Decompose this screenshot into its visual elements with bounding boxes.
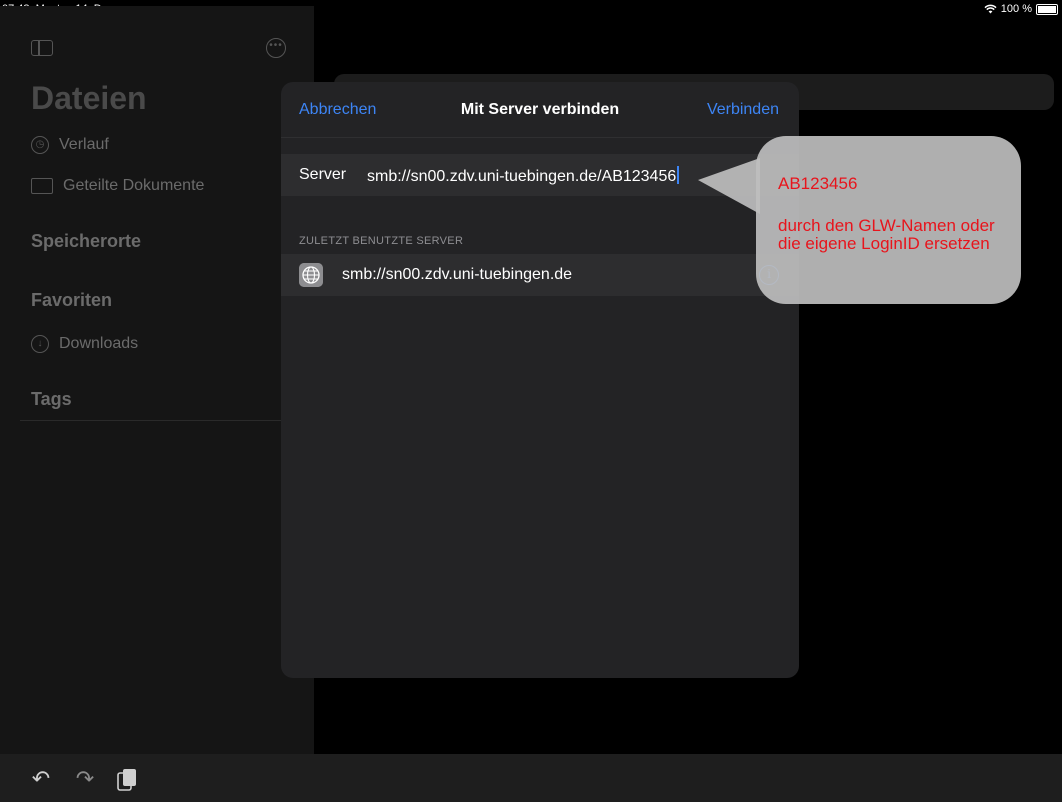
sidebar-item-shared-documents[interactable]: Geteilte Dokumente xyxy=(31,177,204,195)
bottom-toolbar: ↶ ↷ xyxy=(0,754,1062,802)
dialog-header: Abbrechen Mit Server verbinden Verbinden xyxy=(281,82,799,138)
sidebar-item-label: Verlauf xyxy=(59,136,109,153)
recent-servers-header: ZULETZT BENUTZTE SERVER xyxy=(299,235,464,247)
sidebar-toggle-icon[interactable] xyxy=(31,40,53,56)
page-title: Dateien xyxy=(31,80,147,116)
recent-server-url: smb://sn00.zdv.uni-tuebingen.de xyxy=(342,266,573,283)
callout-title: AB123456 xyxy=(778,174,858,193)
undo-icon[interactable]: ↶ xyxy=(28,766,54,792)
server-input[interactable]: smb://sn00.zdv.uni-tuebingen.de/AB123456 xyxy=(367,166,680,186)
clock-icon: ◷ xyxy=(31,136,49,154)
section-favorites[interactable]: Favoriten xyxy=(31,290,112,311)
server-input-value: smb://sn00.zdv.uni-tuebingen.de/AB123456 xyxy=(367,168,677,185)
wifi-icon xyxy=(984,4,997,14)
section-tags[interactable]: Tags xyxy=(31,389,72,410)
download-icon: ↓ xyxy=(31,335,49,353)
more-options-icon[interactable]: ••• xyxy=(266,38,286,58)
server-label: Server xyxy=(299,166,347,183)
connect-button[interactable]: Verbinden xyxy=(707,101,779,119)
globe-icon xyxy=(299,263,323,287)
sidebar-item-label: Downloads xyxy=(59,335,139,352)
callout-body: durch den GLW-Namen oder die eigene Logi… xyxy=(778,216,995,253)
sidebar xyxy=(0,6,314,754)
paste-icon[interactable] xyxy=(116,768,138,792)
battery-percentage: 100 % xyxy=(1000,3,1032,15)
status-indicators: 100 % xyxy=(984,3,1058,15)
recent-server-item[interactable]: smb://sn00.zdv.uni-tuebingen.de i xyxy=(281,254,799,296)
text-cursor xyxy=(677,166,680,184)
sidebar-item-downloads[interactable]: ↓ Downloads xyxy=(31,335,138,353)
section-locations[interactable]: Speicherorte xyxy=(31,231,141,252)
sidebar-item-verlauf[interactable]: ◷ Verlauf xyxy=(31,136,109,154)
sidebar-item-label: Geteilte Dokumente xyxy=(63,177,205,194)
sidebar-divider xyxy=(20,420,314,421)
battery-icon xyxy=(1036,3,1058,15)
shared-folder-icon xyxy=(31,178,53,194)
redo-icon[interactable]: ↷ xyxy=(72,766,98,792)
